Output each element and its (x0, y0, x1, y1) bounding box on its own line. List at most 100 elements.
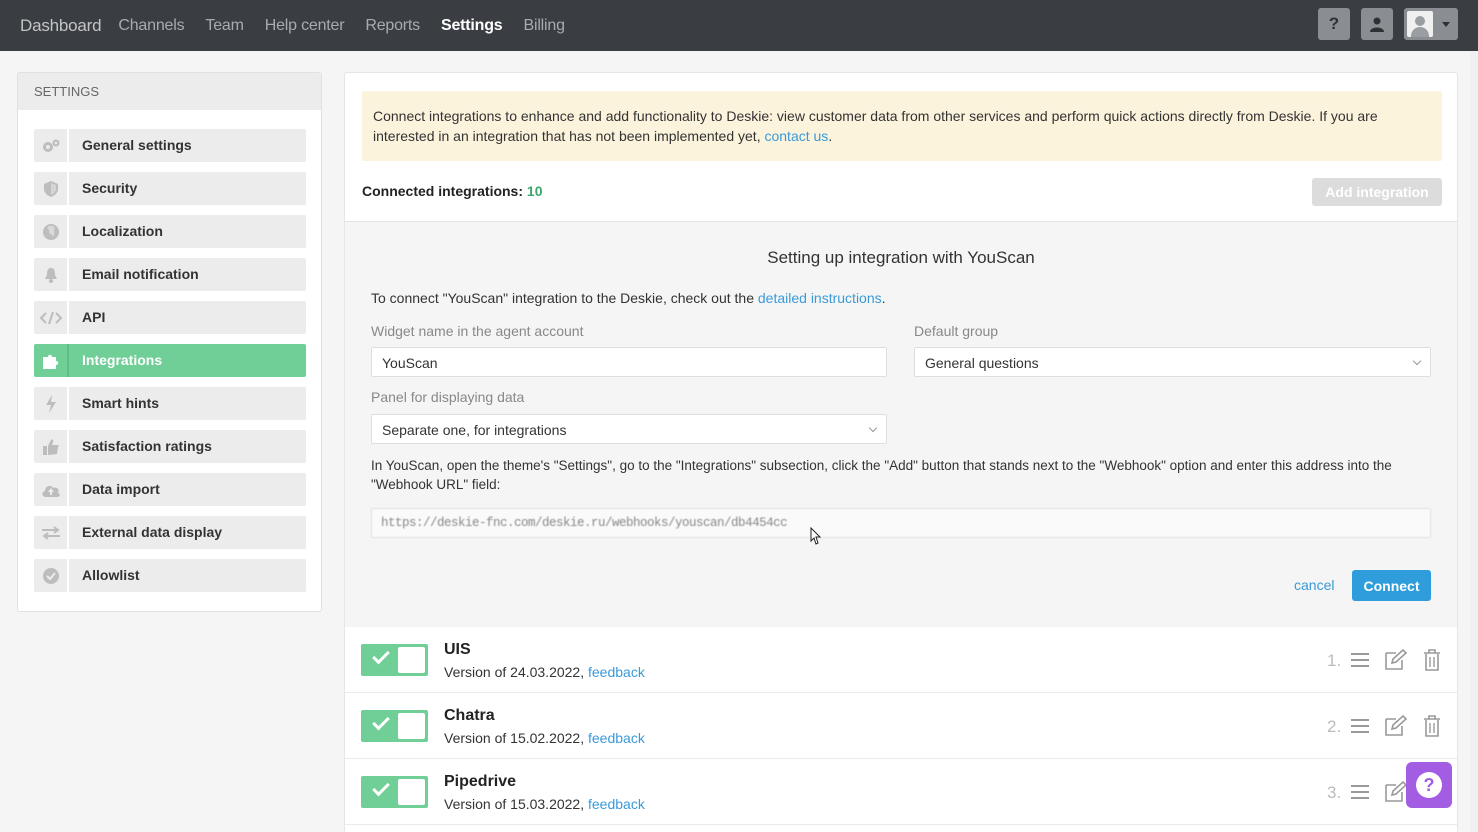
desc-prefix: To connect "YouScan" integration to the … (371, 290, 758, 306)
help-button[interactable]: ? (1318, 8, 1350, 40)
support-chat-button[interactable]: ? (1406, 762, 1452, 808)
nav-settings[interactable]: Settings (441, 17, 503, 35)
sidebar-item-api[interactable]: API (34, 301, 306, 334)
setup-description: To connect "YouScan" integration to the … (371, 290, 886, 306)
feedback-link[interactable]: feedback (588, 664, 645, 680)
integration-toggle[interactable] (361, 776, 428, 808)
user-button[interactable] (1361, 8, 1393, 40)
nav-team[interactable]: Team (205, 17, 244, 35)
edit-icon[interactable] (1384, 781, 1408, 803)
nav-reports[interactable]: Reports (365, 17, 420, 35)
arrows-icon (34, 516, 69, 549)
sidebar-item-satisfaction-ratings[interactable]: Satisfaction ratings (34, 430, 306, 463)
page-scrollbar[interactable] (1470, 51, 1478, 832)
info-notice: Connect integrations to enhance and add … (362, 91, 1442, 161)
shield-icon (34, 172, 69, 205)
nav-help-center[interactable]: Help center (265, 17, 345, 35)
avatar (1407, 11, 1433, 37)
sidebar-item-smart-hints[interactable]: Smart hints (34, 387, 306, 420)
default-group-label: Default group (914, 323, 999, 339)
nav-channels[interactable]: Channels (118, 17, 184, 35)
sidebar-item-label: Data import (82, 481, 160, 497)
feedback-link[interactable]: feedback (588, 730, 645, 746)
widget-name-label: Widget name in the agent account (371, 323, 584, 339)
user-icon (1370, 17, 1384, 32)
sidebar-item-label: External data display (82, 524, 223, 540)
question-icon: ? (1416, 772, 1442, 798)
sidebar-item-security[interactable]: Security (34, 172, 306, 205)
integration-toggle[interactable] (361, 710, 428, 742)
sidebar-item-external-data-display[interactable]: External data display (34, 516, 306, 549)
drag-handle-icon[interactable] (1351, 719, 1369, 733)
integration-name: UIS (444, 641, 471, 658)
integration-name: Chatra (444, 707, 495, 724)
sidebar-item-label: Localization (82, 223, 163, 239)
globe-icon (34, 215, 69, 248)
sidebar-item-label: Smart hints (82, 395, 160, 411)
nav-billing[interactable]: Billing (524, 17, 565, 35)
connected-count: Connected integrations: 10 (362, 183, 542, 199)
cancel-link[interactable]: cancel (1294, 577, 1334, 593)
desc-suffix: . (881, 290, 886, 306)
version-text: Version of 15.02.2022, (444, 730, 585, 746)
contact-us-link[interactable]: contact us (764, 128, 828, 144)
detailed-instructions-link[interactable]: detailed instructions (758, 290, 882, 306)
sidebar-item-label: Allowlist (82, 567, 140, 583)
feedback-link[interactable]: feedback (588, 796, 645, 812)
chevron-down-icon (1442, 22, 1450, 27)
trash-icon[interactable] (1423, 649, 1441, 671)
connected-number: 10 (526, 183, 543, 199)
top-navigation-bar: Dashboard Channels Team Help center Repo… (0, 0, 1478, 51)
chevron-down-icon (868, 423, 878, 433)
widget-name-value: YouScan (382, 355, 438, 371)
default-group-select[interactable]: General questions (914, 347, 1431, 377)
cloud-upload-icon (34, 473, 69, 506)
sidebar-item-label: General settings (82, 137, 192, 153)
nav-dashboard[interactable]: Dashboard (20, 16, 102, 36)
sidebar-item-label: Email notification (82, 266, 199, 282)
check-icon (372, 712, 390, 731)
sidebar-item-label: Integrations (82, 352, 163, 368)
account-menu-button[interactable] (1404, 8, 1458, 40)
chevron-down-icon (1412, 356, 1422, 366)
check-icon (372, 778, 390, 797)
integrations-panel: Connect integrations to enhance and add … (344, 72, 1458, 832)
code-icon (34, 301, 69, 334)
sidebar-item-allowlist[interactable]: Allowlist (34, 559, 306, 592)
integration-row-uis: UIS Version of 24.03.2022, feedback 1. (345, 627, 1457, 693)
drag-handle-icon[interactable] (1351, 653, 1369, 667)
integration-version: Version of 15.02.2022, feedback (444, 730, 645, 746)
setup-title: Setting up integration with YouScan (767, 248, 1035, 267)
integration-index: 1. (1327, 651, 1342, 670)
panel-label: Panel for displaying data (371, 389, 525, 405)
trash-icon[interactable] (1423, 715, 1441, 737)
sidebar-item-integrations[interactable]: Integrations (34, 344, 306, 377)
integration-version: Version of 24.03.2022, feedback (444, 664, 645, 680)
panel-value: Separate one, for integrations (382, 422, 567, 438)
sidebar-item-data-import[interactable]: Data import (34, 473, 306, 506)
bell-icon (34, 258, 69, 291)
sidebar-item-label: Security (82, 180, 138, 196)
connect-button[interactable]: Connect (1352, 570, 1431, 601)
puzzle-icon (34, 344, 69, 377)
add-integration-button[interactable]: Add integration (1312, 178, 1442, 206)
panel-select[interactable]: Separate one, for integrations (371, 414, 887, 444)
drag-handle-icon[interactable] (1351, 785, 1369, 799)
gears-icon (34, 129, 69, 162)
webhook-url-field[interactable]: https://deskie-fnc.com/deskie.ru/webhook… (371, 508, 1431, 538)
check-icon (372, 646, 390, 665)
webhook-instructions: In YouScan, open the theme's "Settings",… (371, 458, 1392, 492)
integration-index: 2. (1327, 717, 1342, 736)
question-icon: ? (1328, 14, 1340, 33)
edit-icon[interactable] (1384, 715, 1408, 737)
main-nav: Dashboard Channels Team Help center Repo… (20, 0, 586, 51)
integration-setup-form: Setting up integration with YouScan To c… (345, 221, 1457, 627)
edit-icon[interactable] (1384, 649, 1408, 671)
widget-name-input[interactable]: YouScan (371, 347, 887, 377)
sidebar-item-label: Satisfaction ratings (82, 438, 212, 454)
integration-toggle[interactable] (361, 644, 428, 676)
integration-row-chatra: Chatra Version of 15.02.2022, feedback 2… (345, 693, 1457, 759)
sidebar-item-email-notification[interactable]: Email notification (34, 258, 306, 291)
sidebar-item-general-settings[interactable]: General settings (34, 129, 306, 162)
sidebar-item-localization[interactable]: Localization (34, 215, 306, 248)
